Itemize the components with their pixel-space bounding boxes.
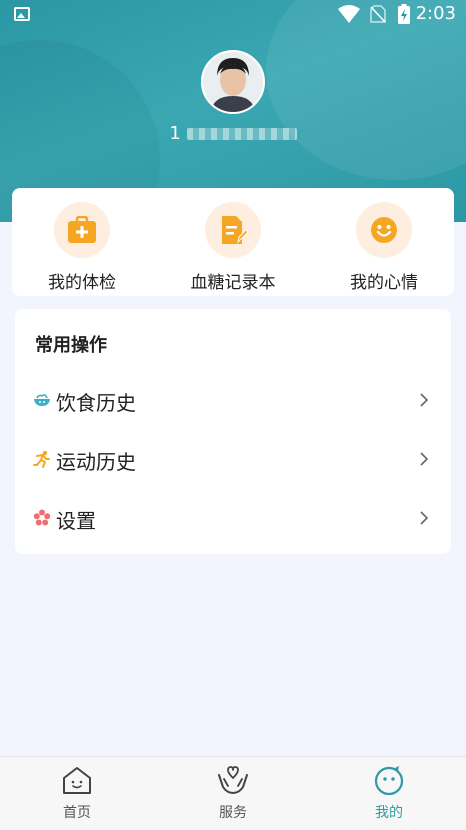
status-time: 2:03 xyxy=(415,3,456,24)
quick-action-checkup[interactable]: 我的体检 xyxy=(17,202,147,293)
bottom-tab-bar: 首页 服务 我的 xyxy=(0,756,466,830)
section-title: 常用操作 xyxy=(35,335,107,356)
masked-phone-digits xyxy=(186,128,297,140)
image-notification-icon xyxy=(14,7,30,21)
food-bowl-icon xyxy=(34,394,50,406)
tab-label: 我的 xyxy=(375,805,403,821)
list-item-label: 设置 xyxy=(56,509,96,533)
chevron-right-icon xyxy=(420,511,429,525)
chevron-right-icon xyxy=(420,452,429,466)
chevron-right-icon xyxy=(420,393,429,407)
avatar[interactable] xyxy=(201,50,265,114)
quick-action-label: 我的体检 xyxy=(48,273,116,293)
notebook-edit-icon xyxy=(222,216,248,244)
quick-action-label: 血糖记录本 xyxy=(190,273,276,293)
quick-action-icon-bg xyxy=(205,202,261,258)
flower-gear-icon xyxy=(33,509,51,526)
phone-prefix: 1 xyxy=(169,123,181,144)
heart-hands-icon xyxy=(218,766,248,795)
quick-action-mood[interactable]: 我的心情 xyxy=(319,202,449,293)
face-icon xyxy=(374,766,404,796)
tab-services[interactable]: 服务 xyxy=(173,765,293,822)
tab-label: 首页 xyxy=(63,805,91,821)
quick-action-icon-bg xyxy=(356,202,412,258)
running-icon xyxy=(33,450,50,468)
phone-number: 1 xyxy=(0,123,466,144)
medical-kit-icon xyxy=(68,216,96,243)
common-ops-card: 常用操作 饮食历史 运动历史 设置 xyxy=(15,309,451,554)
no-sim-icon xyxy=(370,5,386,23)
list-item-label: 饮食历史 xyxy=(56,391,136,415)
list-item-settings[interactable]: 设置 xyxy=(15,491,451,547)
tab-mine[interactable]: 我的 xyxy=(329,765,449,822)
quick-action-icon-bg xyxy=(54,202,110,258)
list-item-diet-history[interactable]: 饮食历史 xyxy=(15,373,451,429)
home-icon xyxy=(63,767,91,794)
battery-charging-icon xyxy=(398,4,410,24)
quick-actions-card: 我的体检 血糖记录本 我的心情 xyxy=(12,188,454,296)
quick-action-glucose-log[interactable]: 血糖记录本 xyxy=(168,202,298,293)
quick-action-label: 我的心情 xyxy=(350,273,418,293)
list-item-label: 运动历史 xyxy=(56,450,136,474)
wifi-icon xyxy=(338,5,360,23)
tab-home[interactable]: 首页 xyxy=(17,765,137,822)
smile-face-icon xyxy=(371,217,397,243)
list-item-exercise-history[interactable]: 运动历史 xyxy=(15,432,451,488)
status-bar: 2:03 xyxy=(0,0,466,30)
tab-label: 服务 xyxy=(219,805,247,821)
user-portrait-icon xyxy=(203,52,263,112)
